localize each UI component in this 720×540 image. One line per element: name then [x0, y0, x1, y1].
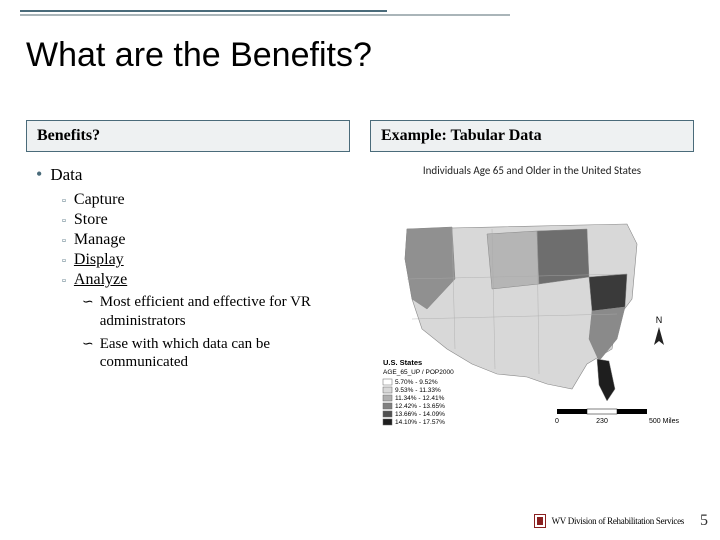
right-column-header: Example: Tabular Data	[370, 120, 694, 152]
map-title: Individuals Age 65 and Older in the Unit…	[370, 164, 694, 177]
slide-footer: WV Division of Rehabilitation Services 5	[534, 512, 708, 530]
bullet-level2: ▫ Manage	[62, 231, 350, 249]
bullet-level2-link: ▫ Analyze	[62, 271, 350, 289]
slide-title: What are the Benefits?	[26, 36, 372, 75]
left-column: Benefits? • Data ▫ Capture ▫ Store ▫ Man…	[26, 120, 350, 434]
legend-item: 11.34% - 12.41%	[395, 395, 445, 402]
bullet-text: Store	[74, 211, 108, 229]
map-figure: Individuals Age 65 and Older in the Unit…	[370, 164, 694, 434]
two-column-layout: Benefits? • Data ▫ Capture ▫ Store ▫ Man…	[26, 120, 694, 434]
legend-item: 5.70% - 9.52%	[395, 379, 438, 386]
legend-item: 9.53% - 11.33%	[395, 387, 441, 394]
bullet-level3: ∽ Ease with which data can be communicat…	[82, 335, 350, 373]
bullet-marker: •	[36, 164, 42, 185]
bullet-marker: ▫	[62, 255, 66, 267]
scale-label: 500 Miles	[649, 418, 679, 425]
bullet-level2-link: ▫ Display	[62, 251, 350, 269]
bullet-marker: ∽	[82, 336, 94, 354]
bullet-marker: ▫	[62, 215, 66, 227]
bullet-text: Capture	[74, 191, 125, 209]
footer-org-text: WV Division of Rehabilitation Services	[552, 516, 684, 526]
left-column-header: Benefits?	[26, 120, 350, 152]
legend-item: 12.42% - 13.65%	[395, 403, 445, 410]
legend-item: 13.66% - 14.09%	[395, 411, 445, 418]
bullet-text: Data	[50, 165, 82, 185]
bullet-marker: ▫	[62, 235, 66, 247]
bullet-level2: ▫ Capture	[62, 191, 350, 209]
bullet-level1: • Data	[36, 164, 350, 185]
slide-number: 5	[700, 512, 708, 530]
bullet-text: Analyze	[74, 271, 127, 289]
bullet-text: Ease with which data can be communicated	[100, 335, 350, 373]
bullet-text: Manage	[74, 231, 126, 249]
bullet-marker: ▫	[62, 275, 66, 287]
us-map-svg: N U.S. States AGE_65_UP / POP2000 5.70% …	[377, 189, 687, 429]
decorative-top-rule	[20, 10, 700, 16]
bullet-level3: ∽ Most efficient and effective for VR ad…	[82, 293, 350, 331]
bullet-marker: ∽	[82, 294, 94, 312]
right-column: Example: Tabular Data Individuals Age 65…	[370, 120, 694, 434]
bullet-text: Most efficient and effective for VR admi…	[100, 293, 350, 331]
bullet-marker: ▫	[62, 195, 66, 207]
legend-field: AGE_65_UP / POP2000	[383, 369, 454, 376]
legend-heading: U.S. States	[383, 358, 422, 367]
bullet-level2: ▫ Store	[62, 211, 350, 229]
scale-label: 230	[596, 418, 608, 425]
legend-item: 14.10% - 17.57%	[395, 419, 445, 426]
bullet-text: Display	[74, 251, 124, 269]
scale-label: 0	[555, 418, 559, 425]
compass-label: N	[656, 315, 663, 325]
org-logo-icon	[534, 514, 546, 528]
